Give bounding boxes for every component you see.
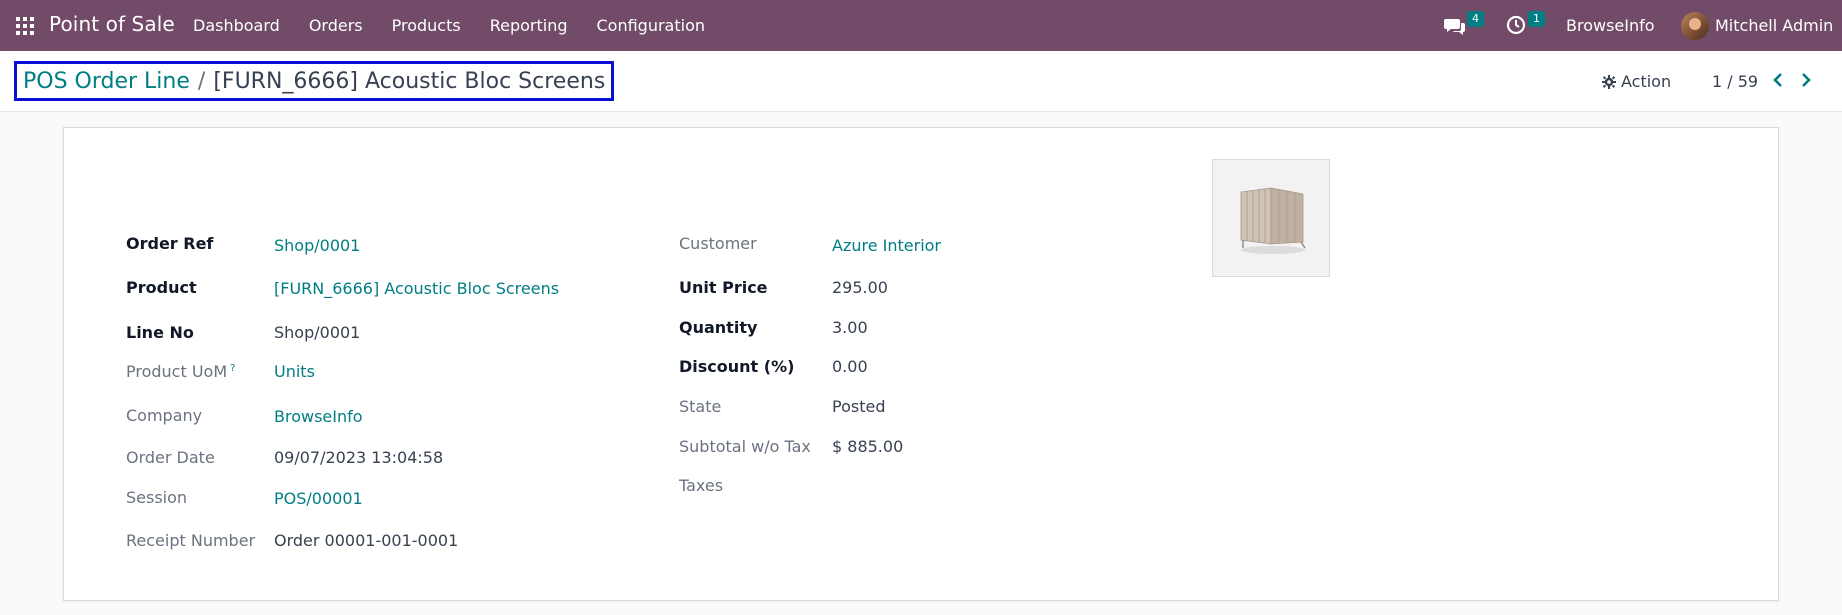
pager-value[interactable]: 1 / 59 — [1712, 72, 1758, 91]
product-link[interactable]: [FURN_6666] Acoustic Bloc Screens — [274, 279, 559, 298]
breadcrumb: POS Order Line / [FURN_6666] Acoustic Bl… — [14, 61, 615, 101]
messages-count-badge: 4 — [1467, 11, 1484, 27]
taxes-label: Taxes — [679, 476, 724, 495]
quantity-value: 3.00 — [832, 318, 868, 337]
unit-price-value: 295.00 — [832, 278, 888, 297]
receipt-number-label: Receipt Number — [126, 531, 256, 550]
product-uom-label: Product UoM? — [126, 362, 235, 381]
apps-grid-icon[interactable] — [16, 17, 34, 35]
chevron-left-icon[interactable] — [1770, 71, 1786, 89]
product-image[interactable] — [1212, 159, 1330, 277]
menu-item-products[interactable]: Products — [392, 16, 461, 35]
state-label: State — [679, 397, 722, 416]
subtotal-value: $ 885.00 — [832, 437, 904, 456]
company-link[interactable]: BrowseInfo — [274, 407, 363, 426]
order-date-value: 09/07/2023 13:04:58 — [274, 448, 444, 467]
customer-label: Customer — [679, 234, 757, 253]
line-no-label: Line No — [126, 323, 194, 342]
state-value: Posted — [832, 397, 886, 416]
menu-item-reporting[interactable]: Reporting — [490, 16, 568, 35]
action-button[interactable]: Action — [1602, 72, 1671, 91]
quantity-label: Quantity — [679, 318, 758, 337]
acoustic-screen-image — [1240, 187, 1306, 254]
order-ref-label: Order Ref — [126, 234, 214, 253]
control-panel: POS Order Line / [FURN_6666] Acoustic Bl… — [0, 51, 1842, 112]
app-title[interactable]: Point of Sale — [49, 12, 175, 36]
breadcrumb-parent-link[interactable]: POS Order Line — [23, 69, 190, 94]
action-button-label: Action — [1621, 72, 1672, 91]
chat-icon[interactable] — [1444, 17, 1466, 35]
help-tooltip-icon[interactable]: ? — [230, 363, 235, 374]
clock-icon[interactable] — [1506, 15, 1526, 35]
breadcrumb-current: [FURN_6666] Acoustic Bloc Screens — [213, 68, 606, 94]
chevron-right-icon[interactable] — [1798, 71, 1814, 89]
session-link[interactable]: POS/00001 — [274, 489, 363, 508]
product-label: Product — [126, 278, 197, 297]
order-ref-link[interactable]: Shop/0001 — [274, 236, 360, 255]
activities-count-badge: 1 — [1528, 11, 1545, 27]
subtotal-label: Subtotal w/o Tax — [679, 437, 811, 456]
menu-item-orders[interactable]: Orders — [309, 16, 363, 35]
session-label: Session — [126, 488, 188, 507]
discount-label: Discount (%) — [679, 357, 795, 376]
line-no-value: Shop/0001 — [274, 323, 361, 342]
customer-link[interactable]: Azure Interior — [832, 236, 941, 255]
main-menu: Dashboard Orders Products Reporting Conf… — [193, 16, 734, 35]
discount-value: 0.00 — [832, 357, 868, 376]
menu-item-dashboard[interactable]: Dashboard — [193, 16, 280, 35]
menu-item-configuration[interactable]: Configuration — [597, 16, 706, 35]
breadcrumb-separator: / — [197, 68, 206, 94]
top-navbar: Point of Sale Dashboard Orders Products … — [0, 0, 1842, 51]
user-menu[interactable]: Mitchell Admin — [1715, 16, 1833, 35]
receipt-number-value: Order 00001-001-0001 — [274, 531, 459, 550]
product-uom-label-text: Product UoM — [126, 362, 228, 381]
order-date-label: Order Date — [126, 448, 215, 467]
product-uom-link[interactable]: Units — [274, 362, 315, 381]
company-switcher[interactable]: BrowseInfo — [1566, 16, 1655, 35]
gear-icon — [1602, 74, 1616, 89]
avatar[interactable] — [1681, 12, 1709, 40]
company-label: Company — [126, 406, 203, 425]
unit-price-label: Unit Price — [679, 278, 768, 297]
form-sheet — [63, 127, 1779, 601]
